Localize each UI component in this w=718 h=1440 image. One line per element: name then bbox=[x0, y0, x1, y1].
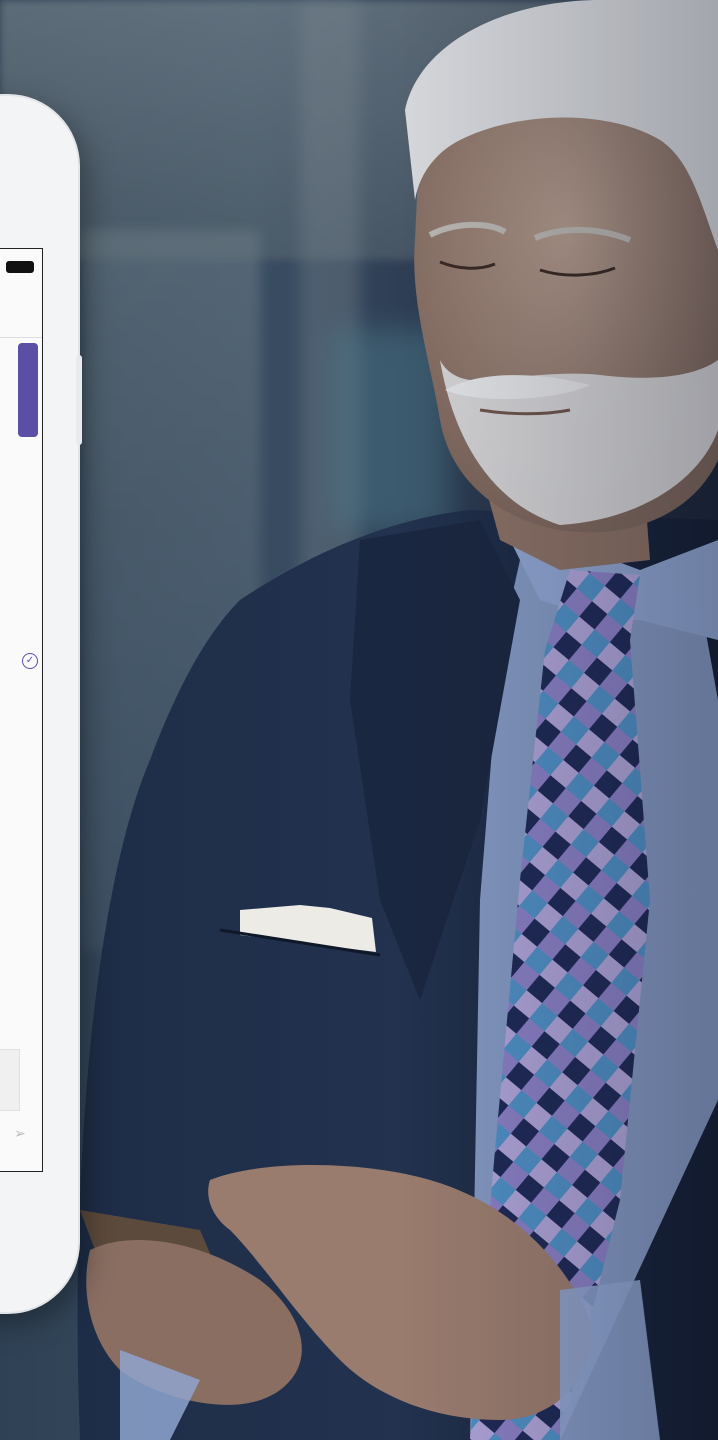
header-divider bbox=[0, 337, 42, 338]
phone-screen: ✓ ➢ bbox=[0, 248, 43, 1172]
battery-icon bbox=[6, 261, 34, 273]
status-bar bbox=[0, 249, 42, 287]
phone-side-button bbox=[76, 355, 82, 445]
send-icon[interactable]: ➢ bbox=[14, 1125, 38, 1141]
purple-card[interactable] bbox=[18, 343, 38, 437]
check-circle-icon[interactable]: ✓ bbox=[22, 653, 38, 669]
message-input[interactable] bbox=[0, 1049, 20, 1111]
hero-scene: ✓ ➢ bbox=[0, 0, 718, 1440]
businessman-photo bbox=[77, 0, 718, 1440]
